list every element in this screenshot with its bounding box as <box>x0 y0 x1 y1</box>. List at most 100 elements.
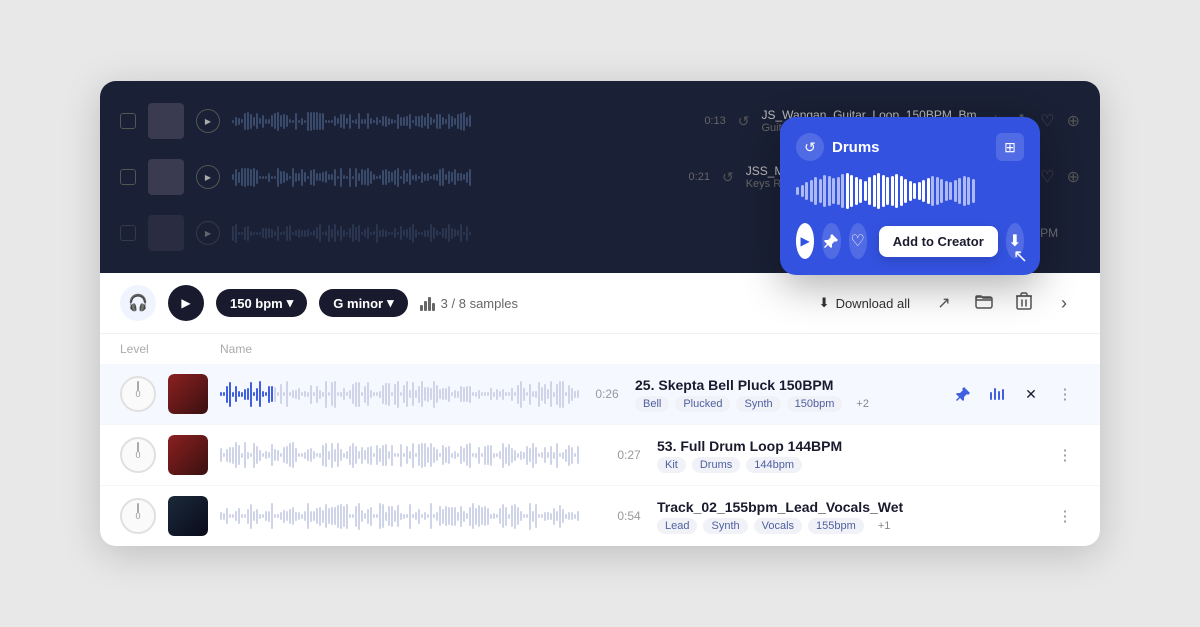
bar-chart-icon <box>420 295 435 311</box>
remove-button-1[interactable]: ✕ <box>1016 379 1046 409</box>
tag[interactable]: 144bpm <box>746 457 802 473</box>
waveform-1 <box>220 378 579 410</box>
chevron-icon: › <box>1061 293 1067 314</box>
track-checkbox[interactable] <box>120 169 136 185</box>
collapse-button[interactable]: › <box>1048 287 1080 319</box>
popup-title: Drums <box>832 139 880 156</box>
heart-icon[interactable]: ♡ <box>1040 167 1054 187</box>
add-to-creator-icon[interactable]: ⊕ <box>1067 111 1080 131</box>
track-checkbox[interactable] <box>120 113 136 129</box>
waveform-2 <box>220 439 601 471</box>
level-knob-3[interactable]: 0 <box>120 498 156 534</box>
row-actions-1: ✕ ⋮ <box>948 379 1080 409</box>
add-to-creator-icon[interactable]: ⊕ <box>1067 167 1080 187</box>
tag[interactable]: 150bpm <box>787 396 843 412</box>
bpm-button[interactable]: 150 bpm ▾ <box>216 289 307 317</box>
track-tags-1: Bell Plucked Synth 150bpm +2 <box>635 396 936 412</box>
track-duration-3: 0:54 <box>613 509 645 523</box>
tag-more[interactable]: +1 <box>870 518 899 534</box>
play-button-dark[interactable]: ▶ <box>196 165 220 189</box>
level-knob-2[interactable]: 0 <box>120 437 156 473</box>
popup-card: ↺ Drums ⊞ ▶ ♡ Add to Creator ⬇ ↖ <box>780 117 1040 275</box>
folder-button[interactable] <box>968 287 1000 319</box>
col-name-header: Name <box>220 342 1080 356</box>
key-button[interactable]: G minor ▾ <box>319 289 407 317</box>
folder-icon <box>975 293 993 314</box>
tag[interactable]: Bell <box>635 396 669 412</box>
waveform-dark <box>232 219 868 247</box>
key-arrow: ▾ <box>387 295 394 311</box>
track-duration: 0:13 <box>698 115 726 127</box>
popup-grid-button[interactable]: ⊞ <box>996 133 1024 161</box>
tag[interactable]: Vocals <box>754 518 802 534</box>
download-icon: ⬇ <box>819 295 830 311</box>
tag[interactable]: Drums <box>692 457 740 473</box>
waveform-3 <box>220 500 601 532</box>
download-all-button[interactable]: ⬇ Download all <box>809 289 920 317</box>
track-thumb-1 <box>168 374 208 414</box>
track-thumbnail <box>148 215 184 251</box>
popup-play-button[interactable]: ▶ <box>796 223 814 259</box>
tag[interactable]: Kit <box>657 457 686 473</box>
delete-icon <box>1016 292 1032 315</box>
share-icon: ↗ <box>937 293 950 313</box>
samples-label: 3 / 8 samples <box>441 296 518 311</box>
track-tags-3: Lead Synth Vocals 155bpm +1 <box>657 518 1038 534</box>
track-checkbox[interactable] <box>120 225 136 241</box>
cursor-indicator: ↖ <box>1013 246 1028 267</box>
player-actions: ⬇ Download all ↗ <box>809 287 1080 319</box>
table-header: Level Name <box>100 334 1100 364</box>
popup-heart-button[interactable]: ♡ <box>849 223 867 259</box>
more-button-2[interactable]: ⋮ <box>1050 440 1080 470</box>
popup-pin-button[interactable] <box>822 223 840 259</box>
track-thumb-3 <box>168 496 208 536</box>
player-bar: 🎧 ▶ 150 bpm ▾ G minor ▾ 3 / 8 samples <box>100 273 1100 334</box>
track-duration-1: 0:26 <box>591 387 623 401</box>
track-duration-2: 0:27 <box>613 448 645 462</box>
track-tags-2: Kit Drums 144bpm <box>657 457 1038 473</box>
track-name-1: 25. Skepta Bell Pluck 150BPM <box>635 377 936 393</box>
white-section: 🎧 ▶ 150 bpm ▾ G minor ▾ 3 / 8 samples <box>100 273 1100 546</box>
track-name-2: 53. Full Drum Loop 144BPM <box>657 438 1038 454</box>
row-actions-3: ⋮ <box>1050 501 1080 531</box>
share-button[interactable]: ↗ <box>928 287 960 319</box>
waveform-dark: // Inline waveform bars for dark tracks <box>232 107 686 135</box>
headphone-button[interactable]: 🎧 <box>120 285 156 321</box>
tag-more[interactable]: +2 <box>848 396 877 412</box>
tag[interactable]: Synth <box>703 518 747 534</box>
tag[interactable]: Synth <box>736 396 780 412</box>
track-row-1: 0 0:26 25. Skepta Bell Pluck 150BPM Bell… <box>100 364 1100 425</box>
track-row-3: 0 0:54 Track_02_155bpm_Lead_Vocals_Wet L… <box>100 486 1100 546</box>
level-knob-1[interactable]: 0 <box>120 376 156 412</box>
more-button-1[interactable]: ⋮ <box>1050 379 1080 409</box>
popup-title-group: ↺ Drums <box>796 133 880 161</box>
track-info-2: 53. Full Drum Loop 144BPM Kit Drums 144b… <box>657 438 1038 473</box>
track-name-3: Track_02_155bpm_Lead_Vocals_Wet <box>657 499 1038 515</box>
popup-refresh-button[interactable]: ↺ <box>796 133 824 161</box>
track-thumbnail <box>148 159 184 195</box>
track-thumbnail <box>148 103 184 139</box>
play-button-dark[interactable]: ▶ <box>196 109 220 133</box>
play-button-dark[interactable]: ▶ <box>196 221 220 245</box>
bpm-arrow: ▾ <box>287 295 294 311</box>
heart-icon[interactable]: ♡ <box>1040 111 1054 131</box>
popup-actions: ▶ ♡ Add to Creator ⬇ ↖ <box>796 223 1024 259</box>
tag[interactable]: 155bpm <box>808 518 864 534</box>
refresh-icon[interactable]: ↺ <box>738 113 750 130</box>
more-button-3[interactable]: ⋮ <box>1050 501 1080 531</box>
popup-download-button[interactable]: ⬇ ↖ <box>1006 223 1024 259</box>
track-info-1: 25. Skepta Bell Pluck 150BPM Bell Plucke… <box>635 377 936 412</box>
track-row-2: 0 0:27 53. Full Drum Loop 144BPM Kit Dru… <box>100 425 1100 486</box>
refresh-icon[interactable]: ↺ <box>722 169 734 186</box>
tag[interactable]: Plucked <box>675 396 730 412</box>
waveform-dark <box>232 163 670 191</box>
eq-button-1[interactable] <box>982 379 1012 409</box>
play-button-main[interactable]: ▶ <box>168 285 204 321</box>
download-all-label: Download all <box>836 296 910 311</box>
track-duration: 0:21 <box>682 171 710 183</box>
main-container: ▶ // Inline waveform bars for dark track… <box>100 81 1100 546</box>
tag[interactable]: Lead <box>657 518 697 534</box>
delete-button[interactable] <box>1008 287 1040 319</box>
pin-button-1[interactable] <box>948 379 978 409</box>
popup-waveform <box>796 173 1024 209</box>
